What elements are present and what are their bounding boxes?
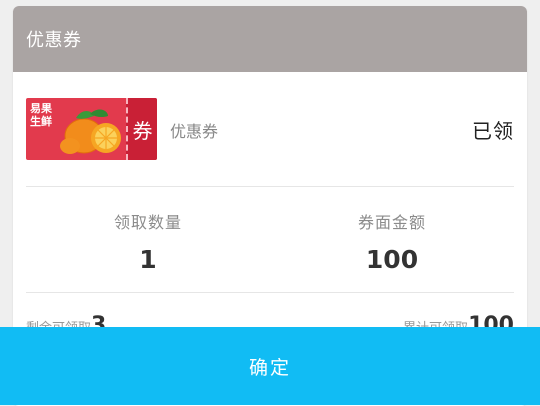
app-frame: 优惠券 易果 生鲜 券 优惠券 已领 领取数量 1 券面金额 100 3 100… [0,0,540,406]
card-header: 优惠券 [13,6,527,72]
coupon-thumbnail: 易果 生鲜 券 [26,98,157,160]
stat-amount: 券面金额 100 [270,187,514,292]
coupon-stats: 领取数量 1 券面金额 100 [13,187,527,292]
coupon-status: 已领 [472,119,514,143]
ticket-stub: 券 [126,98,157,160]
stat-value: 1 [139,245,157,274]
coupon-row[interactable]: 易果 生鲜 券 优惠券 已领 [13,72,527,186]
stat-label: 领取数量 [113,213,182,232]
stat-label: 券面金额 [357,213,426,232]
confirm-button-label: 确定 [248,356,291,379]
confirm-button[interactable]: 确定 [0,327,540,405]
ticket-label: 券 [132,118,153,143]
card-title: 优惠券 [26,30,82,51]
orange-fruit-icon [60,109,121,154]
coupon-name: 优惠券 [170,122,219,141]
stat-value: 100 [365,245,419,274]
stat-quantity: 领取数量 1 [26,187,270,292]
